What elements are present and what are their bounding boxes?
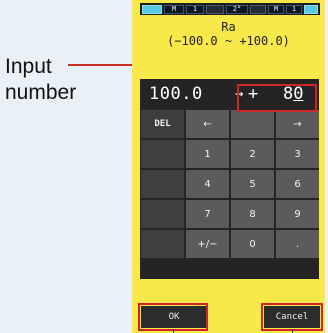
digit-5-button[interactable]: 5 xyxy=(231,170,274,198)
cancel-pointer-line xyxy=(292,329,293,333)
cursor-right-button[interactable]: → xyxy=(276,110,319,138)
status-segment-blank xyxy=(206,4,224,14)
status-segment-angle: 2° xyxy=(226,4,248,14)
callout-label: Input number xyxy=(5,54,76,106)
callout-line-2: number xyxy=(5,81,77,104)
digit-7-button[interactable]: 7 xyxy=(186,200,229,228)
decimal-point-button[interactable]: . xyxy=(276,230,319,258)
digit-4-button[interactable]: 4 xyxy=(186,170,229,198)
delete-button[interactable]: DEL xyxy=(141,110,184,138)
status-segment-mode: M xyxy=(164,4,184,14)
status-segment-memory-value: 1 xyxy=(286,4,302,14)
battery-icon xyxy=(142,4,162,14)
page-title: Ra (−100.0 ~ +100.0) xyxy=(132,20,325,48)
title-range: (−100.0 ~ +100.0) xyxy=(167,34,290,48)
callout-line-1: Input xyxy=(5,55,52,78)
status-bar: M 1 2° M 1 xyxy=(140,3,320,15)
digit-0-button[interactable]: 0 xyxy=(231,230,274,258)
digit-3-button[interactable]: 3 xyxy=(276,140,319,168)
blank-key xyxy=(141,230,184,258)
sign-toggle-button[interactable]: +/− xyxy=(186,230,229,258)
input-number-highlight xyxy=(237,84,317,112)
blank-key xyxy=(141,140,184,168)
input-number-callout: Input number xyxy=(0,50,132,110)
status-segment-mode-value: 1 xyxy=(186,4,204,14)
status-segment-blank xyxy=(250,4,266,14)
blank-key xyxy=(231,110,274,138)
status-segment-memory: M xyxy=(268,4,284,14)
title-parameter: Ra xyxy=(221,20,236,34)
signal-icon xyxy=(304,4,318,14)
current-value: 100.0 xyxy=(149,84,203,104)
cancel-button-highlight xyxy=(261,303,323,331)
digit-8-button[interactable]: 8 xyxy=(231,200,274,228)
cursor-left-button[interactable]: ← xyxy=(186,110,229,138)
ok-pointer-line xyxy=(173,329,174,333)
blank-key xyxy=(141,200,184,228)
digit-9-button[interactable]: 9 xyxy=(276,200,319,228)
digit-2-button[interactable]: 2 xyxy=(231,140,274,168)
digit-1-button[interactable]: 1 xyxy=(186,140,229,168)
device-screen: M 1 2° M 1 Ra (−100.0 ~ +100.0) 100.0 → … xyxy=(132,0,325,333)
digit-6-button[interactable]: 6 xyxy=(276,170,319,198)
ok-button-highlight xyxy=(138,303,208,331)
blank-key xyxy=(141,170,184,198)
